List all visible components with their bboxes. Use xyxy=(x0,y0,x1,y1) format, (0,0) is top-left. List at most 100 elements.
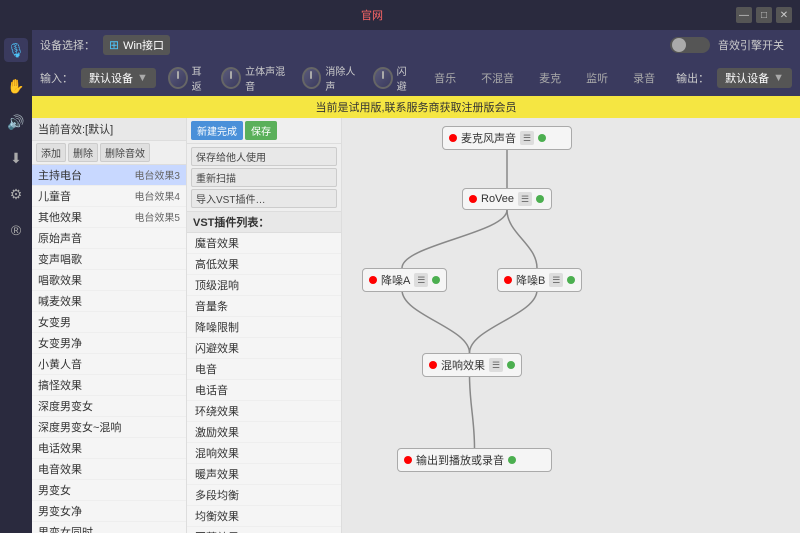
vst-item[interactable]: 多段均衡 xyxy=(187,485,341,506)
connection-mix_effect-output_node xyxy=(470,375,475,448)
minimize-button[interactable]: — xyxy=(736,7,752,23)
tab-music[interactable]: 音乐 xyxy=(422,67,469,89)
vst-item[interactable]: 激励效果 xyxy=(187,422,341,443)
preset-item[interactable]: 女变男净 xyxy=(32,333,186,354)
vst-item[interactable]: 闪避效果 xyxy=(187,338,341,359)
preset-item[interactable]: 男变女净 xyxy=(32,501,186,522)
output-device-select[interactable]: 默认设备 ▼ xyxy=(717,68,792,88)
effect-toggle-label: 音效引擎开关 xyxy=(718,37,784,53)
toggle-dodge[interactable]: 闪避 xyxy=(373,63,414,93)
input-label: 输入： xyxy=(40,70,73,86)
preset-item[interactable]: 电话效果 xyxy=(32,438,186,459)
tab-mic[interactable]: 麦克 xyxy=(527,67,574,89)
effect-node-denoise_b[interactable]: 降噪B☰ xyxy=(497,268,582,292)
preset-item[interactable]: 深度男变女 xyxy=(32,396,186,417)
tab-record[interactable]: 录音 xyxy=(621,67,668,89)
preset-item[interactable]: 唱歌效果 xyxy=(32,270,186,291)
preset-item[interactable]: 喊麦效果 xyxy=(32,291,186,312)
input-device-select[interactable]: 默认设备 ▼ xyxy=(81,68,156,88)
preset-item[interactable]: 小黄人音 xyxy=(32,354,186,375)
trial-notice: 当前是试用版,联系服务商获取注册版会员 xyxy=(32,96,800,118)
preset-item-name: 搞怪效果 xyxy=(38,377,180,393)
import-vst-btn[interactable]: 导入VST插件… xyxy=(191,189,337,208)
preset-item[interactable]: 深度男变女~混响 xyxy=(32,417,186,438)
window-controls: — □ ✕ xyxy=(736,7,792,23)
effect-node-output_node[interactable]: 输出到播放或录音 xyxy=(397,448,552,472)
node-label-output_node: 输出到播放或录音 xyxy=(416,452,504,468)
node-dot-left-rovee_node xyxy=(469,195,477,203)
sidebar-icon-settings[interactable]: ⚙ xyxy=(4,182,28,206)
save-for-others-btn[interactable]: 保存给他人使用 xyxy=(191,147,337,166)
vst-item[interactable]: 混响效果 xyxy=(187,443,341,464)
toggle-earreturn[interactable]: 耳返 xyxy=(168,63,209,93)
maximize-button[interactable]: □ xyxy=(756,7,772,23)
preset-item[interactable]: 主持电台电台效果3 xyxy=(32,165,186,186)
delete-preset-btn[interactable]: 删除 xyxy=(68,143,98,162)
output-label: 输出： xyxy=(676,70,709,86)
sidebar-icon-registered[interactable]: ® xyxy=(4,218,28,242)
toggle-label-dodge: 闪避 xyxy=(397,63,415,93)
tab-monitor[interactable]: 监听 xyxy=(574,67,621,89)
preset-item-name: 深度男变女 xyxy=(38,398,180,414)
presets-toolbar: 添加 删除 删除音效 xyxy=(32,141,186,165)
main-container: 🎙 ✋ 🔊 ⬇ ⚙ ® 设备选择： ⊞ Win接口 音效引擎开关 输入： xyxy=(0,30,800,533)
preset-item[interactable]: 男变女同时 xyxy=(32,522,186,533)
io-bar: 输入： 默认设备 ▼ 耳返 立体声混音 消除人声 xyxy=(32,60,800,96)
toggle-circle-noise xyxy=(302,67,322,89)
close-button[interactable]: ✕ xyxy=(776,7,792,23)
preset-item-name: 变声唱歌 xyxy=(38,251,180,267)
vst-item[interactable]: 高低效果 xyxy=(187,254,341,275)
toggle-noise[interactable]: 消除人声 xyxy=(302,63,361,93)
toggle-stereo[interactable]: 立体声混音 xyxy=(221,63,289,93)
tab-nomix[interactable]: 不混音 xyxy=(469,67,527,89)
vst-item[interactable]: 电音 xyxy=(187,359,341,380)
redraw-btn[interactable]: 重新扫描 xyxy=(191,168,337,187)
preset-item-name: 男变女 xyxy=(38,482,180,498)
vst-item[interactable]: 降噪限制 xyxy=(187,317,341,338)
preset-item[interactable]: 原始声音 xyxy=(32,228,186,249)
toggle-circle-stereo xyxy=(221,67,241,89)
vst-item[interactable]: 魔音效果 xyxy=(187,233,341,254)
preset-item-name: 唱歌效果 xyxy=(38,272,180,288)
vst-item[interactable]: 暖声效果 xyxy=(187,464,341,485)
sidebar-icon-hand[interactable]: ✋ xyxy=(4,74,28,98)
preset-item-name: 电话效果 xyxy=(38,440,180,456)
audio-tabs: 音乐 不混音 麦克 监听 录音 xyxy=(422,67,668,89)
node-dot-left-mix_effect xyxy=(429,361,437,369)
save-btn[interactable]: 保存 xyxy=(245,121,277,140)
vst-item[interactable]: 顶级混响 xyxy=(187,275,341,296)
delete-effect-btn[interactable]: 删除音效 xyxy=(100,143,150,162)
preset-item[interactable]: 男变女 xyxy=(32,480,186,501)
connection-denoise_b-mix_effect xyxy=(470,290,538,353)
effect-node-denoise_a[interactable]: 降噪A☰ xyxy=(362,268,447,292)
add-preset-btn[interactable]: 添加 xyxy=(36,143,66,162)
toggle-circle-dodge xyxy=(373,67,393,89)
node-icon-mix_effect: ☰ xyxy=(489,358,503,372)
preset-item[interactable]: 女变男 xyxy=(32,312,186,333)
effect-node-mic_node[interactable]: 麦克风声音☰ xyxy=(442,126,572,150)
connection-denoise_a-mix_effect xyxy=(402,290,470,353)
vst-item[interactable]: 回落效果 xyxy=(187,527,341,533)
vst-list-header: VST插件列表： xyxy=(187,212,341,233)
sidebar-icon-voice[interactable]: 🔊 xyxy=(4,110,28,134)
preset-item[interactable]: 电音效果 xyxy=(32,459,186,480)
sidebar-icon-download[interactable]: ⬇ xyxy=(4,146,28,170)
sidebar-icon-mic[interactable]: 🎙 xyxy=(4,38,28,62)
vst-item[interactable]: 电话音 xyxy=(187,380,341,401)
vst-item[interactable]: 环绕效果 xyxy=(187,401,341,422)
official-site-link[interactable]: 官网 xyxy=(361,7,383,23)
preset-item[interactable]: 搞怪效果 xyxy=(32,375,186,396)
vst-toolbar: 新建完成 保存 xyxy=(187,118,341,144)
effect-node-rovee_node[interactable]: RoVee☰ xyxy=(462,188,552,210)
vst-item[interactable]: 均衡效果 xyxy=(187,506,341,527)
effect-node-mix_effect[interactable]: 混响效果☰ xyxy=(422,353,522,377)
effect-toggles: 耳返 立体声混音 消除人声 闪避 xyxy=(168,63,414,93)
new-complete-btn[interactable]: 新建完成 xyxy=(191,121,243,140)
vst-item[interactable]: 音量条 xyxy=(187,296,341,317)
effect-toggle-switch[interactable] xyxy=(670,37,710,53)
preset-item[interactable]: 变声唱歌 xyxy=(32,249,186,270)
preset-item[interactable]: 其他效果电台效果5 xyxy=(32,207,186,228)
device-select[interactable]: ⊞ Win接口 xyxy=(103,35,170,55)
preset-item-name: 女变男 xyxy=(38,314,180,330)
preset-item[interactable]: 儿童音电台效果4 xyxy=(32,186,186,207)
